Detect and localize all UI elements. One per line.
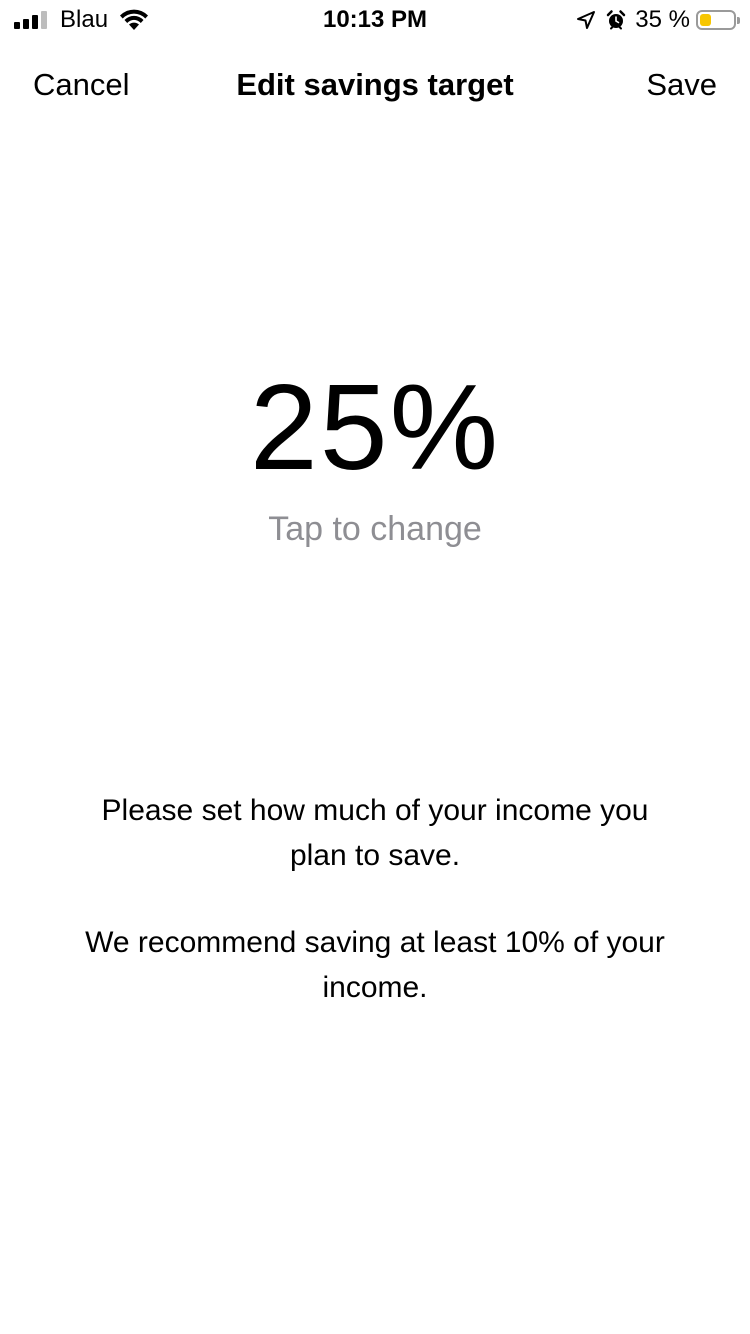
page-title: Edit savings target — [236, 67, 514, 102]
info-text-instruction: Please set how much of your income you p… — [101, 794, 649, 872]
navigation-bar: Cancel Edit savings target Save — [0, 54, 750, 118]
location-arrow-icon — [577, 11, 596, 29]
save-button[interactable]: Save — [646, 66, 717, 104]
battery-level — [700, 14, 711, 26]
savings-target-value[interactable]: 25% — [0, 362, 750, 492]
status-bar-right: 35 % — [575, 6, 740, 34]
battery-icon — [696, 10, 740, 30]
tap-to-change-hint[interactable]: Tap to change — [0, 508, 750, 550]
battery-percent: 35 % — [635, 6, 690, 33]
status-bar: Blau 10:13 PM 35 % — [0, 0, 750, 40]
info-text-recommendation: We recommend saving at least 10% of your… — [85, 926, 665, 1004]
alarm-icon — [607, 10, 626, 30]
